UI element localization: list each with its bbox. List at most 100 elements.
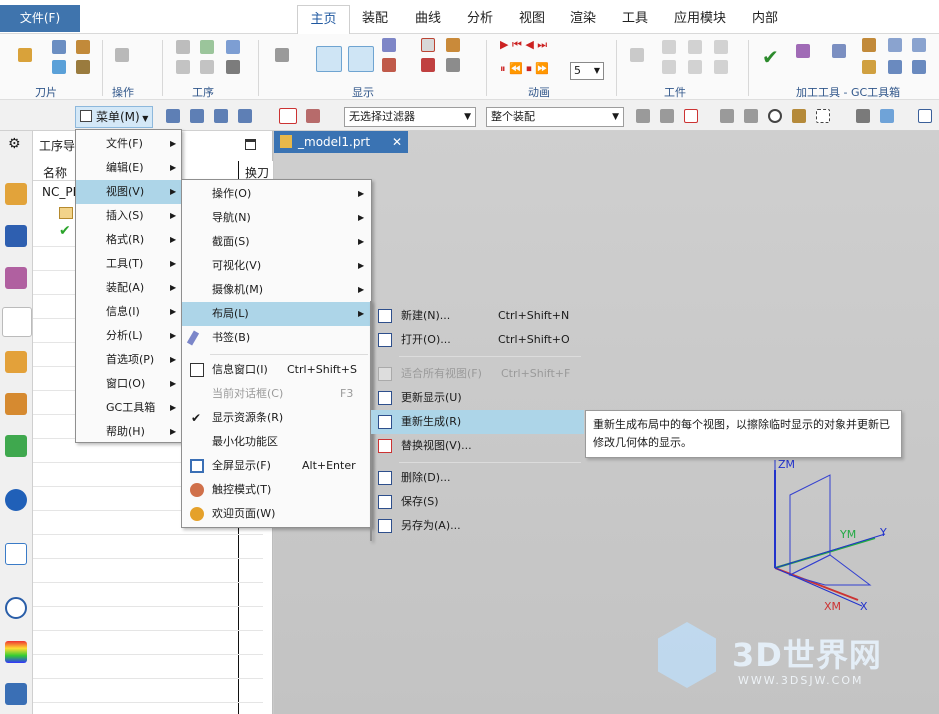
view-operation[interactable]: 操作(O) ▶: [182, 182, 371, 206]
settings-gear-icon[interactable]: ⚙: [8, 136, 21, 152]
view-bookmark[interactable]: 书签(B): [182, 326, 371, 350]
menu-file[interactable]: 文件(F) ▶: [76, 132, 181, 156]
shade-icon[interactable]: [856, 109, 870, 123]
view-camera[interactable]: 摄像机(M) ▶: [182, 278, 371, 302]
menu-analysis[interactable]: 分析(L) ▶: [76, 324, 181, 348]
create-method-icon[interactable]: [52, 60, 66, 74]
gc-tool7-icon[interactable]: [888, 60, 902, 74]
operation-navigator-icon[interactable]: [2, 307, 32, 337]
menu-window[interactable]: 窗口(O) ▶: [76, 372, 181, 396]
constraint-navigator-icon[interactable]: [5, 267, 27, 289]
center-icon[interactable]: [768, 109, 782, 123]
view-info-window[interactable]: 信息窗口(I) Ctrl+Shift+S: [182, 358, 371, 382]
layout-save[interactable]: 保存(S): [371, 490, 584, 514]
gc-tool8-icon[interactable]: [912, 60, 926, 74]
workpiece-check-icon[interactable]: [714, 40, 728, 54]
gc-tool4-icon[interactable]: [888, 38, 902, 52]
select-link-icon[interactable]: [214, 109, 228, 123]
hd3d-icon[interactable]: [5, 435, 27, 457]
view-resource-bar[interactable]: ✔ 显示资源条(R): [182, 406, 371, 430]
info-icon[interactable]: [5, 489, 27, 511]
tab-curve[interactable]: 曲线: [408, 5, 448, 34]
snap2-icon[interactable]: [660, 109, 674, 123]
gc-tool2-icon[interactable]: [832, 44, 846, 58]
tab-application[interactable]: 应用模块: [668, 5, 732, 34]
generate-path-icon[interactable]: [176, 40, 190, 54]
reuse-library-icon[interactable]: [5, 393, 27, 415]
layout-regenerate[interactable]: 重新生成(R): [371, 410, 584, 434]
select-tree-icon[interactable]: [190, 109, 204, 123]
check-icon[interactable]: ✔: [762, 46, 784, 68]
workpiece-ipw-icon[interactable]: [688, 40, 702, 54]
menu-view[interactable]: 视图(V) ▶: [76, 180, 181, 204]
tab-render[interactable]: 渲染: [563, 5, 603, 34]
workpiece-fixture-icon[interactable]: [662, 60, 676, 74]
menu-assembly[interactable]: 装配(A) ▶: [76, 276, 181, 300]
menu-button[interactable]: 菜单(M) ▼: [75, 106, 153, 128]
menu-preferences[interactable]: 首选项(P) ▶: [76, 348, 181, 372]
menu-insert[interactable]: 插入(S) ▶: [76, 204, 181, 228]
list-path-icon[interactable]: [226, 40, 240, 54]
point-icon[interactable]: [720, 109, 734, 123]
create-geometry-icon[interactable]: [76, 40, 90, 54]
view-touch-mode[interactable]: 触控模式(T): [182, 478, 371, 502]
workpiece-icon[interactable]: [630, 48, 644, 62]
view-current-dialog[interactable]: 当前对话框(C) F3: [182, 382, 371, 406]
animation-speed-spinner[interactable]: 5 ▼: [570, 62, 604, 80]
role-icon[interactable]: [5, 683, 27, 705]
view-minimize-ribbon[interactable]: 最小化功能区: [182, 430, 371, 454]
display-view-icon[interactable]: [382, 38, 396, 52]
web-browser-icon[interactable]: [5, 543, 27, 565]
part-navigator-icon[interactable]: [5, 183, 27, 205]
menu-tools[interactable]: 工具(T) ▶: [76, 252, 181, 276]
view-welcome-page[interactable]: 欢迎页面(W): [182, 502, 371, 526]
snap-icon[interactable]: [636, 109, 650, 123]
replay-icon[interactable]: [176, 60, 190, 74]
play-forward-icon[interactable]: ▶ ⏮ ◀ ⏭: [500, 38, 547, 52]
box-select-icon[interactable]: [816, 109, 830, 123]
layout-fit-all[interactable]: 适合所有视图(F) Ctrl+Shift+F: [371, 362, 584, 386]
tab-analysis[interactable]: 分析: [460, 5, 500, 34]
view-section[interactable]: 截面(S) ▶: [182, 230, 371, 254]
display-blank-icon[interactable]: [348, 46, 374, 72]
view-navigation[interactable]: 导航(N) ▶: [182, 206, 371, 230]
view-layout[interactable]: 布局(L) ▶: [182, 302, 371, 326]
add-point-icon[interactable]: [684, 109, 698, 123]
workpiece-blank-icon[interactable]: [662, 40, 676, 54]
menu-edit[interactable]: 编辑(E) ▶: [76, 156, 181, 180]
gc-tool3-icon[interactable]: [862, 38, 876, 52]
close-icon[interactable]: ✕: [392, 131, 402, 153]
gc-tool6-icon[interactable]: [862, 60, 876, 74]
tab-tools[interactable]: 工具: [615, 5, 655, 34]
gc-tool-icon[interactable]: [796, 44, 810, 58]
history-clock-icon[interactable]: [5, 597, 27, 619]
palette-icon[interactable]: [5, 641, 27, 663]
postprocess-icon[interactable]: [200, 60, 214, 74]
select-icon[interactable]: [166, 109, 180, 123]
column-name[interactable]: 名称: [43, 164, 67, 181]
layout-open[interactable]: 打开(O)... Ctrl+Shift+O: [371, 328, 584, 352]
part-file-tab[interactable]: _model1.prt ✕: [274, 131, 408, 153]
display-curve-icon[interactable]: [382, 58, 396, 72]
assembly-scope-select[interactable]: 整个装配 ▼: [486, 107, 624, 127]
menu-help[interactable]: 帮助(H) ▶: [76, 420, 181, 444]
menu-information[interactable]: 信息(I) ▶: [76, 300, 181, 324]
verify-path-icon[interactable]: [200, 40, 214, 54]
assembly-navigator-icon[interactable]: [5, 225, 27, 247]
layout-replace-view[interactable]: 替换视图(V)...: [371, 434, 584, 458]
display-cross-icon[interactable]: [421, 58, 435, 72]
machine-tool-icon[interactable]: [5, 351, 27, 373]
insert-tool-icon[interactable]: [18, 48, 32, 62]
display-line-icon[interactable]: [446, 58, 460, 72]
workpiece-part-icon[interactable]: [688, 60, 702, 74]
tab-internal[interactable]: 内部: [745, 5, 785, 34]
tool-path-icon[interactable]: [306, 109, 320, 123]
display-tool-icon[interactable]: [275, 48, 289, 62]
maximize-icon[interactable]: [245, 139, 256, 150]
path-icon[interactable]: [279, 108, 297, 124]
layout-save-as[interactable]: 另存为(A)...: [371, 514, 584, 538]
tab-view[interactable]: 视图: [512, 5, 552, 34]
file-menu-tab[interactable]: 文件(F): [0, 5, 80, 32]
shop-doc-icon[interactable]: [226, 60, 240, 74]
filter2-icon[interactable]: [792, 109, 806, 123]
